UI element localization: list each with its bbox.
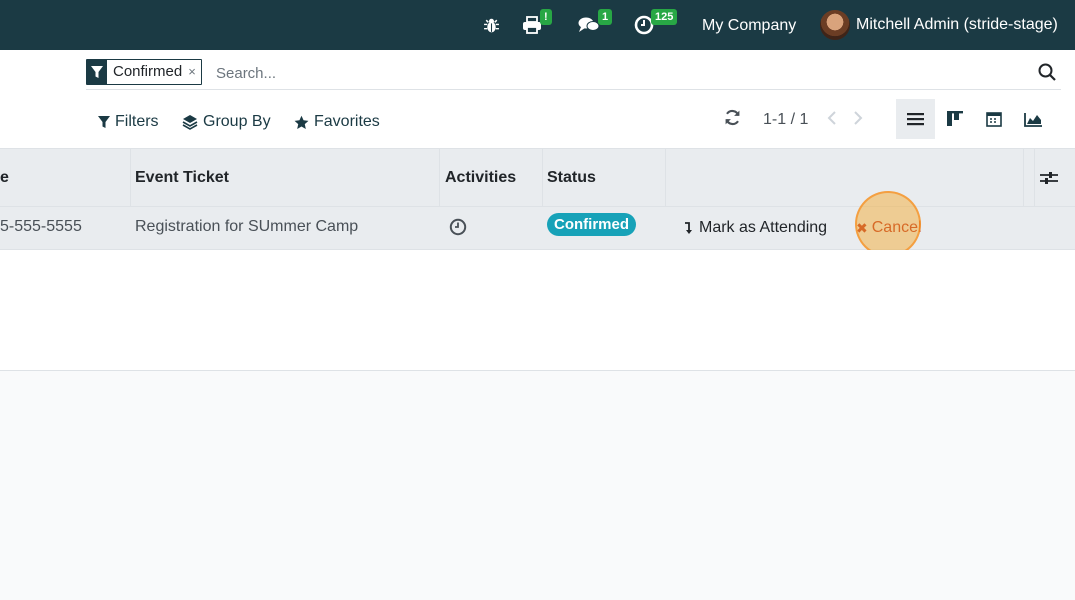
group-by-label: Group By [203, 113, 271, 130]
cancel-label: Cancel [871, 219, 922, 236]
arrow-down-icon [685, 222, 692, 234]
column-header-status[interactable]: Status [543, 149, 596, 207]
print-badge: ! [540, 9, 552, 25]
avatar [820, 10, 850, 40]
column-header-event-ticket[interactable]: Event Ticket [131, 149, 229, 207]
favorites-button[interactable]: Favorites [294, 111, 380, 133]
column-divider[interactable] [1023, 149, 1024, 207]
company-switcher[interactable]: My Company [702, 17, 796, 35]
chat-icon[interactable]: 1 [578, 9, 613, 38]
user-menu[interactable]: Mitchell Admin (stride-stage) [820, 10, 1058, 40]
graph-view-button[interactable] [1013, 99, 1052, 139]
chat-badge: 1 [598, 9, 613, 25]
event-ticket-cell: Registration for SUmmer Camp [135, 218, 359, 235]
layers-icon [182, 115, 198, 130]
top-navbar: ! 1 125 My Company Mitchell Admin (strid… [0, 0, 1075, 50]
mark-as-attending-button[interactable]: Mark as Attending [683, 219, 827, 237]
mark-as-attending-label: Mark as Attending [699, 219, 828, 236]
column-header-phone[interactable]: e [0, 149, 9, 207]
filters-label: Filters [115, 113, 159, 130]
calendar-view-button[interactable] [974, 99, 1013, 139]
filters-button[interactable]: Filters [98, 111, 159, 133]
kanban-icon [946, 111, 963, 126]
filter-icon [87, 60, 107, 84]
search-bar: Confirmed × [86, 59, 1061, 90]
column-header-activities[interactable]: Activities [441, 149, 516, 207]
refresh-icon[interactable] [724, 109, 741, 130]
search-icon[interactable] [1038, 63, 1056, 85]
clock-icon[interactable]: 125 [634, 9, 678, 38]
cancel-button[interactable]: ✖ Cancel [856, 219, 922, 237]
facet-remove-button[interactable]: × [188, 60, 201, 84]
search-facet[interactable]: Confirmed × [86, 59, 202, 85]
chevron-left-icon[interactable] [826, 110, 838, 130]
column-divider[interactable] [665, 149, 666, 207]
area-chart-icon [1023, 112, 1042, 127]
pager-value[interactable]: 1-1 / 1 [763, 111, 808, 129]
chevron-right-icon[interactable] [852, 110, 864, 130]
filter-icon [98, 115, 110, 128]
list-icon [907, 112, 924, 125]
star-icon [294, 115, 309, 129]
empty-row [0, 250, 1075, 291]
activity-clock-icon[interactable] [449, 218, 467, 236]
group-by-button[interactable]: Group By [182, 111, 271, 133]
search-input[interactable] [216, 61, 996, 85]
optional-columns-toggle-icon[interactable] [1040, 170, 1058, 190]
close-icon: ✖ [856, 219, 868, 236]
empty-row [0, 290, 1075, 331]
empty-row [0, 330, 1075, 371]
bug-icon[interactable] [483, 12, 500, 38]
activity-badge: 125 [651, 9, 678, 25]
control-panel: Confirmed × Filters Group By Favorites 1… [0, 50, 1075, 149]
facet-label: Confirmed [113, 63, 183, 80]
favorites-label: Favorites [314, 113, 380, 130]
phone-cell: 5-555-5555 [0, 218, 82, 235]
column-divider[interactable] [439, 149, 440, 207]
kanban-view-button[interactable] [935, 99, 974, 139]
print-icon[interactable]: ! [522, 9, 552, 38]
table-header: e Event Ticket Activities Status [0, 149, 1075, 207]
status-badge: Confirmed [547, 213, 636, 236]
column-divider [1034, 149, 1035, 207]
calendar-icon [985, 112, 1002, 127]
user-name: Mitchell Admin (stride-stage) [856, 16, 1058, 33]
list-view-button[interactable] [896, 99, 935, 139]
